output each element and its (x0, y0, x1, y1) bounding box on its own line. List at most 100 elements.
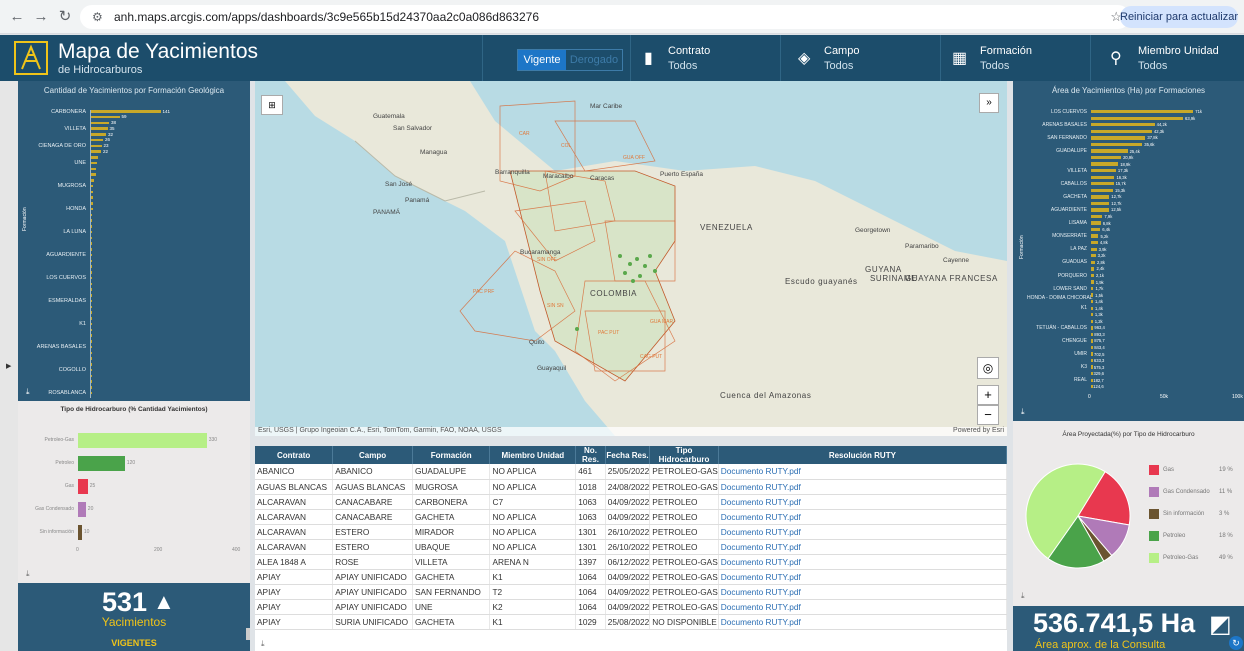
forward-icon[interactable]: → (32, 8, 50, 26)
download-icon[interactable]: ⤓ (26, 569, 30, 579)
formation-area-bar[interactable] (1091, 241, 1098, 245)
table-row[interactable]: ALCARAVAN ESTERO MIRADOR NO APLICA 1301 26/10… (255, 524, 1007, 540)
formation-area-bar[interactable] (1091, 260, 1096, 265)
hydrocarbon-type-bar[interactable] (78, 479, 88, 494)
refresh-icon[interactable]: ↻ (1229, 636, 1243, 650)
formation-area-bar[interactable] (1091, 306, 1094, 310)
formation-area-bar[interactable] (1091, 116, 1184, 120)
download-icon[interactable]: ⤓ (261, 639, 265, 649)
ruty-document-link[interactable]: Documento RUTY.pdf (718, 464, 1007, 480)
formation-area-bar[interactable] (1091, 175, 1115, 179)
pie-chart[interactable] (1023, 461, 1133, 571)
download-icon[interactable]: ⤓ (1021, 591, 1025, 601)
site-info-icon[interactable]: ⚙ (92, 10, 103, 24)
table-row[interactable]: ALCARAVAN ESTERO UBAQUE NO APLICA 1301 26/10/… (255, 539, 1007, 555)
formation-area-bar[interactable] (1091, 168, 1116, 173)
formation-area-bar[interactable] (1091, 254, 1096, 258)
table-row[interactable]: APIAY APIAY UNIFICADO GACHETA K1 1064 04/09/2… (255, 569, 1007, 585)
formation-area-bar[interactable] (1091, 234, 1099, 238)
formation-area-bar[interactable] (1091, 188, 1114, 192)
table-row[interactable]: AGUAS BLANCAS AGUAS BLANCAS MUGROSA NO APLI… (255, 479, 1007, 495)
formation-area-bar[interactable] (1091, 142, 1143, 147)
download-icon[interactable]: ⤓ (26, 387, 30, 397)
back-icon[interactable]: ← (8, 8, 26, 26)
table-header[interactable]: Resolución RUTY (718, 446, 1007, 464)
formation-count-bar[interactable] (90, 110, 161, 113)
table-header[interactable]: No. Res. (575, 446, 606, 464)
formation-area-bar[interactable] (1091, 110, 1194, 114)
formation-area-bar[interactable] (1091, 280, 1094, 284)
formation-count-bar[interactable] (90, 150, 101, 153)
formation-area-bar[interactable] (1091, 129, 1152, 134)
ruty-document-link[interactable]: Documento RUTY.pdf (718, 614, 1007, 630)
download-icon[interactable]: ⤓ (1021, 407, 1025, 417)
hydrocarbon-type-bar[interactable] (78, 433, 207, 448)
locate-icon[interactable]: ◎ (977, 357, 999, 379)
hydrocarbon-type-bar[interactable] (78, 502, 86, 517)
hydrocarbon-type-bar[interactable] (78, 525, 82, 540)
zoom-out-button[interactable]: − (977, 405, 999, 425)
formation-area-bar[interactable] (1091, 155, 1122, 160)
table-row[interactable]: ALCARAVAN CANACABARE CARBONERA C7 1063 04/09/… (255, 494, 1007, 510)
filter-miembro-unidad[interactable]: ⚲ Miembro Unidad Todos (1090, 35, 1244, 81)
table-row[interactable]: ALCARAVAN CANACABARE GACHETA NO APLICA 1063 0… (255, 509, 1007, 525)
formation-area-bar[interactable] (1091, 201, 1110, 206)
expand-side-icon[interactable]: ▶ (6, 362, 11, 370)
formation-count-bar[interactable] (90, 133, 106, 136)
table-row[interactable]: APIAY APIAY UNIFICADO SAN FERNANDO T2 1064 04… (255, 584, 1007, 600)
ruty-document-link[interactable]: Documento RUTY.pdf (718, 554, 1007, 570)
formation-count-bar[interactable] (90, 156, 98, 159)
map-view[interactable]: ⊞ » ◎ + − Esri, USGS | Grupo Ingeoian C.… (255, 81, 1007, 436)
formation-count-bar[interactable] (90, 127, 108, 130)
ruty-document-link[interactable]: Documento RUTY.pdf (718, 584, 1007, 600)
formation-area-bar[interactable] (1091, 162, 1119, 166)
update-button[interactable]: Reiniciar para actualizar (1120, 6, 1238, 28)
ruty-document-link[interactable]: Documento RUTY.pdf (718, 479, 1007, 495)
ruty-document-link[interactable]: Documento RUTY.pdf (718, 509, 1007, 525)
formation-area-bar[interactable] (1091, 195, 1110, 199)
table-header[interactable]: Campo (332, 446, 413, 464)
splitter-handle[interactable] (246, 628, 250, 640)
formation-count-bar[interactable] (90, 115, 120, 119)
table-row[interactable]: APIAY SURIA UNIFICADO GACHETA K1 1029 25/08/2… (255, 614, 1007, 630)
table-row[interactable]: ALEA 1848 A ROSE VILLETA ARENA N 1397 06/12/2… (255, 554, 1007, 570)
map-canvas[interactable] (255, 81, 1007, 436)
ruty-document-link[interactable]: Documento RUTY.pdf (718, 539, 1007, 555)
formation-area-bar[interactable] (1091, 136, 1146, 140)
formation-area-bar[interactable] (1091, 319, 1093, 323)
formation-count-bar[interactable] (90, 121, 109, 125)
formation-area-bar[interactable] (1091, 267, 1095, 271)
formation-area-bar[interactable] (1091, 182, 1114, 186)
formation-area-bar[interactable] (1091, 286, 1094, 291)
formation-area-bar[interactable] (1091, 313, 1093, 317)
table-header[interactable]: Tipo Hidrocarburo (649, 446, 719, 464)
formation-area-bar[interactable] (1091, 352, 1093, 356)
formation-area-bar[interactable] (1091, 247, 1097, 251)
table-header[interactable]: Contrato (255, 446, 334, 464)
toggle-derogado[interactable]: Derogado (566, 50, 622, 70)
formation-area-bar[interactable] (1091, 149, 1128, 153)
formation-area-bar[interactable] (1091, 339, 1093, 343)
ruty-document-link[interactable]: Documento RUTY.pdf (718, 524, 1007, 540)
ruty-document-link[interactable]: Documento RUTY.pdf (718, 569, 1007, 585)
table-header[interactable]: Fecha Res. (605, 446, 651, 464)
reload-icon[interactable]: ↻ (56, 8, 74, 26)
table-row[interactable]: APIAY APIAY UNIFICADO UNE K2 1064 04/09/2022 P… (255, 599, 1007, 615)
formation-area-bar[interactable] (1091, 123, 1155, 127)
legend-toggle-icon[interactable]: ⊞ (261, 95, 283, 115)
formation-area-bar[interactable] (1091, 365, 1093, 369)
formation-count-bar[interactable] (90, 144, 102, 148)
collapse-icon[interactable]: » (979, 93, 999, 113)
yacimientos-table[interactable]: Contrato Campo Formación Miembro Unidad No. … (255, 446, 1007, 651)
table-header[interactable]: Miembro Unidad (489, 446, 577, 464)
formation-area-bar[interactable] (1091, 332, 1093, 337)
table-row[interactable]: ABANICO ABANICO GUADALUPE NO APLICA 461 25/05… (255, 464, 1007, 480)
table-header[interactable]: Formación (412, 446, 491, 464)
formation-area-bar[interactable] (1091, 214, 1103, 219)
toggle-vigente[interactable]: Vigente (518, 50, 566, 70)
formation-area-bar[interactable] (1091, 358, 1093, 363)
formation-area-bar[interactable] (1091, 345, 1093, 350)
address-bar[interactable]: ⚙ anh.maps.arcgis.com/apps/dashboards/3c… (80, 5, 1130, 29)
filter-campo[interactable]: ◈ Campo Todos (780, 35, 940, 81)
formation-area-bar[interactable] (1091, 208, 1109, 212)
